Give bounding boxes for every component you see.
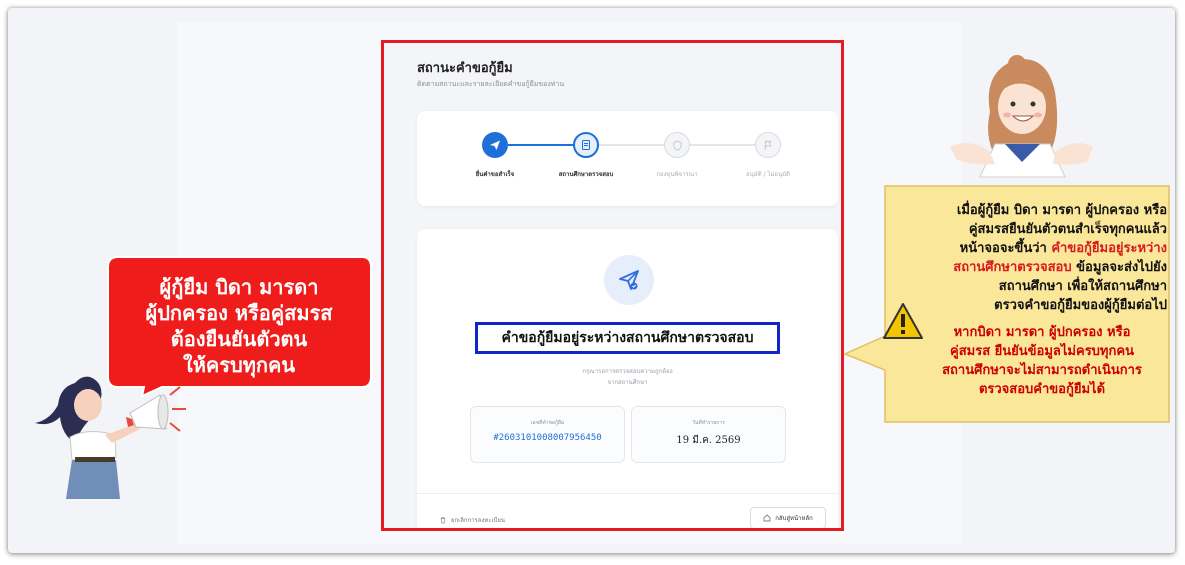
status-highlight: สถานศึกษาตรวจสอบ xyxy=(953,260,1072,275)
warning-line: คู่สมรส ยืนยันข้อมูลไม่ครบทุกคน xyxy=(950,344,1134,359)
callout-line: ผู้ปกครอง หรือคู่สมรส xyxy=(145,300,333,325)
cancel-registration-link[interactable]: ยกเลิกการลงทะเบียน xyxy=(439,515,505,525)
divider xyxy=(417,493,838,494)
explanation-text: เมื่อผู้กู้ยืม บิดา มารดา ผู้ปกครอง หรือ… xyxy=(953,201,1167,315)
request-number-label: เลขที่คำขอกู้ยืม xyxy=(530,420,565,426)
explanation-text-part: หน้าจอจะขึ้นว่า xyxy=(959,241,1047,256)
warning-line: สถานศึกษาจะไม่สามารถดำเนินการ xyxy=(942,363,1142,378)
girl-thumbs-up-illustration xyxy=(950,55,1093,178)
woman-megaphone-illustration xyxy=(35,376,186,499)
callout-line: ผู้กู้ยืม บิดา มารดา xyxy=(159,274,319,299)
send-icon xyxy=(482,132,508,158)
request-number-box: เลขที่คำขอกู้ยืม #2603101008007956450 xyxy=(470,406,625,463)
explanation-line: คู่สมรสยืนยันตัวตนสำเร็จทุกคนแล้ว xyxy=(968,222,1167,237)
step-submitted: ยื่นคำขอสำเร็จ xyxy=(450,132,540,179)
hint-text: จากสถานศึกษา xyxy=(607,379,648,386)
back-home-button[interactable]: กลับสู่หน้าหลัก xyxy=(750,507,826,528)
document-icon xyxy=(573,132,599,158)
step-label: สถานศึกษาตรวจสอบ xyxy=(558,171,614,178)
progress-stepper: ยื่นคำขอสำเร็จ สถานศึกษาตรวจสอบ กองทุนพิ… xyxy=(417,111,838,206)
explanation-line: ตรวจคำขอกู้ยืมของผู้กู้ยืมต่อไป xyxy=(994,298,1167,313)
step-school-review: สถานศึกษาตรวจสอบ xyxy=(541,132,631,179)
page-subtitle: ติดตามสถานะและรายละเอียดคำขอกู้ยืมของท่า… xyxy=(417,80,565,88)
explanation-line-4: สถานศึกษาตรวจสอบ ข้อมูลจะส่งไปยัง xyxy=(953,258,1167,277)
step-label: ยื่นคำขอสำเร็จ xyxy=(475,171,515,178)
explanation-line: สถานศึกษา เพื่อให้สถานศึกษา xyxy=(998,279,1167,294)
warning-icon xyxy=(883,303,923,339)
cancel-label: ยกเลิกการลงทะเบียน xyxy=(451,517,505,524)
submit-date-box: วันที่ทำรายการ 19 มี.ค. 2569 xyxy=(631,406,786,463)
step-fund-review: กองทุนพิจารณา xyxy=(632,132,722,179)
step-label: อนุมัติ / ไม่อนุมัติ xyxy=(746,171,790,178)
callout-line: ต้องยืนยันตัวตน xyxy=(170,326,308,351)
explanation-line: เมื่อผู้กู้ยืม บิดา มารดา ผู้ปกครอง หรือ xyxy=(956,203,1167,218)
paper-plane-icon xyxy=(604,255,654,305)
submit-date-label: วันที่ทำรายการ xyxy=(692,420,725,426)
status-message: คำขอกู้ยืมอยู่ระหว่างสถานศึกษาตรวจสอบ xyxy=(475,322,780,354)
shield-icon xyxy=(664,132,690,158)
warning-line: หากบิดา มารดา ผู้ปกครอง หรือ xyxy=(953,325,1131,340)
home-icon xyxy=(763,514,771,522)
status-highlight: คำขอกู้ยืมอยู่ระหว่าง xyxy=(1051,241,1167,256)
trash-icon xyxy=(440,517,446,524)
step-approval: อนุมัติ / ไม่อนุมัติ xyxy=(723,132,813,179)
step-label: กองทุนพิจารณา xyxy=(656,171,698,178)
hint-text: กรุณารอการตรวจสอบความถูกต้อง xyxy=(582,368,673,375)
right-callout: เมื่อผู้กู้ยืม บิดา มารดา ผู้ปกครอง หรือ… xyxy=(843,184,1173,424)
warning-line: ตรวจสอบคำขอกู้ยืมได้ xyxy=(978,382,1106,397)
submit-date: 19 มี.ค. 2569 xyxy=(676,435,741,446)
status-card: คำขอกู้ยืมอยู่ระหว่างสถานศึกษาตรวจสอบ กร… xyxy=(417,229,838,528)
explanation-text-part: ข้อมูลจะส่งไปยัง xyxy=(1076,260,1167,275)
loan-status-screen: สถานะคำขอกู้ยืม ติดตามสถานะและรายละเอียด… xyxy=(381,40,844,531)
warning-text: หากบิดา มารดา ผู้ปกครอง หรือ คู่สมรส ยืน… xyxy=(927,323,1157,399)
explanation-line-3: หน้าจอจะขึ้นว่า คำขอกู้ยืมอยู่ระหว่าง xyxy=(953,239,1167,258)
request-number: #2603101008007956450 xyxy=(493,433,602,443)
back-home-label: กลับสู่หน้าหลัก xyxy=(775,515,813,522)
flag-icon xyxy=(755,132,781,158)
page-title: สถานะคำขอกู้ยืม xyxy=(417,61,513,76)
callout-line: ให้ครบทุกคน xyxy=(182,352,296,377)
